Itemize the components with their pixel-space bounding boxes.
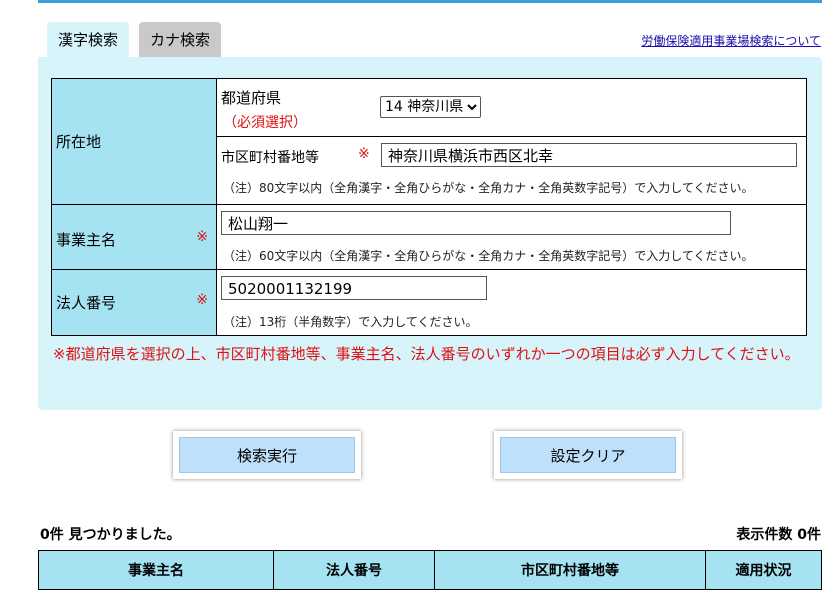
prefecture-cell: 都道府県 （必須選択） [216, 78, 807, 137]
results-header-owner: 事業主名 [38, 550, 274, 590]
tab-kana-search[interactable]: カナ検索 [139, 22, 221, 58]
location-label-cell: 所在地 [51, 78, 217, 205]
corp-cell: 5020001132199 （注）13桁（半角数字）で入力してください。 [216, 269, 807, 336]
location-label: 所在地 [56, 133, 102, 151]
results-header-municipality: 市区町村番地等 [434, 550, 706, 590]
required-warning: ※都道府県を選択の上、市区町村番地等、事業主名、法人番号のいずれか一つの項目は必… [53, 345, 800, 363]
search-button[interactable]: 検索実行 [173, 431, 361, 479]
owner-note: （注）60文字以内（全角漢字・全角ひらがな・全角カナ・全角英数字記号）で入力して… [223, 249, 754, 263]
municipality-note: （注）80文字以内（全角漢字・全角ひらがな・全角カナ・全角英数字記号）で入力して… [223, 181, 754, 195]
corp-note: （注）13桁（半角数字）で入力してください。 [223, 315, 478, 329]
owner-cell: 松山翔一 （注）60文字以内（全角漢字・全角ひらがな・全角カナ・全角英数字記号）… [216, 204, 807, 270]
owner-required-mark: ※ [196, 229, 208, 245]
prefecture-select[interactable]: 14 神奈川県 [380, 96, 481, 118]
corp-number-input[interactable]: 5020001132199 [221, 276, 487, 300]
clear-button[interactable]: 設定クリア [494, 431, 682, 479]
corp-label-cell: 法人番号 ※ [51, 269, 217, 336]
owner-label-cell: 事業主名 ※ [51, 204, 217, 270]
corp-required-mark: ※ [196, 292, 208, 308]
tab-kanji-search[interactable]: 漢字検索 [47, 22, 129, 58]
top-border [38, 0, 822, 3]
result-count: 0件 見つかりました。 [40, 527, 181, 543]
municipality-input[interactable]: 神奈川県横浜市西区北幸 [381, 143, 797, 167]
help-link[interactable]: 労働保険適用事業場検索について [641, 32, 821, 49]
results-header-corp-number: 法人番号 [273, 550, 435, 590]
results-header-status: 適用状況 [705, 550, 822, 590]
display-count: 表示件数 0件 [736, 527, 821, 543]
prefecture-required: （必須選択） [223, 115, 307, 131]
municipality-label: 市区町村番地等 [221, 150, 319, 166]
prefecture-label: 都道府県 [221, 89, 282, 107]
corp-label: 法人番号 [56, 294, 117, 312]
owner-label: 事業主名 [56, 231, 117, 249]
search-button-label: 検索実行 [179, 437, 355, 473]
municipality-required-mark: ※ [358, 146, 370, 162]
owner-input[interactable]: 松山翔一 [221, 211, 731, 235]
clear-button-label: 設定クリア [500, 437, 676, 473]
municipality-cell: 市区町村番地等 ※ 神奈川県横浜市西区北幸 （注）80文字以内（全角漢字・全角ひ… [216, 136, 807, 205]
results-table: 事業主名 法人番号 市区町村番地等 適用状況 [38, 550, 822, 590]
